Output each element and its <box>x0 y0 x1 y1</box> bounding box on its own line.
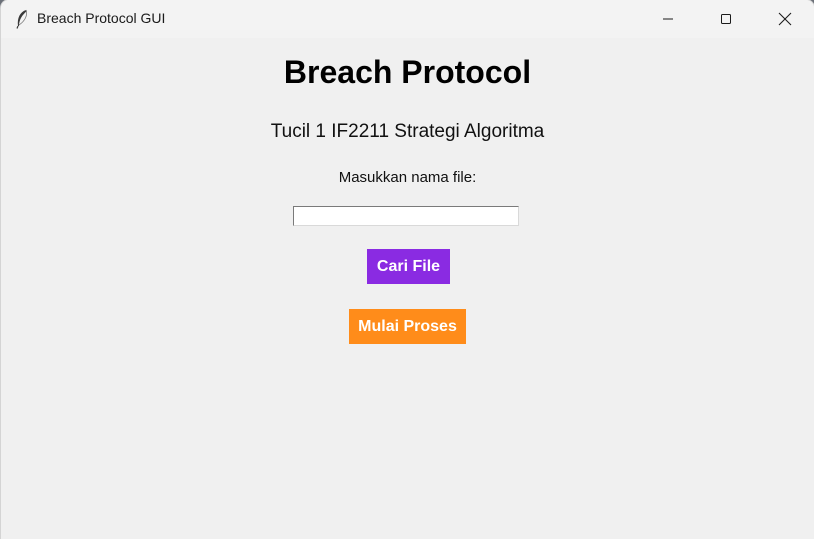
page-title: Breach Protocol <box>283 54 532 90</box>
close-button[interactable] <box>756 0 814 38</box>
feather-icon <box>16 9 27 29</box>
main-content: Breach Protocol Tucil 1 IF2211 Strategi … <box>1 38 814 539</box>
file-name-input[interactable] <box>293 206 519 226</box>
file-name-label: Masukkan nama file: <box>338 169 477 186</box>
window-title: Breach Protocol GUI <box>37 10 166 26</box>
page-subtitle: Tucil 1 IF2211 Strategi Algoritma <box>270 121 545 142</box>
minimize-button[interactable] <box>639 0 697 38</box>
minimize-icon <box>663 18 673 20</box>
app-window: Breach Protocol GUI Breach Protocol Tuci… <box>1 0 814 539</box>
maximize-icon <box>721 14 731 24</box>
start-process-button[interactable]: Mulai Proses <box>349 309 466 344</box>
browse-file-button[interactable]: Cari File <box>367 249 450 284</box>
maximize-button[interactable] <box>697 0 755 38</box>
close-icon <box>778 12 792 26</box>
title-bar[interactable]: Breach Protocol GUI <box>1 0 814 38</box>
